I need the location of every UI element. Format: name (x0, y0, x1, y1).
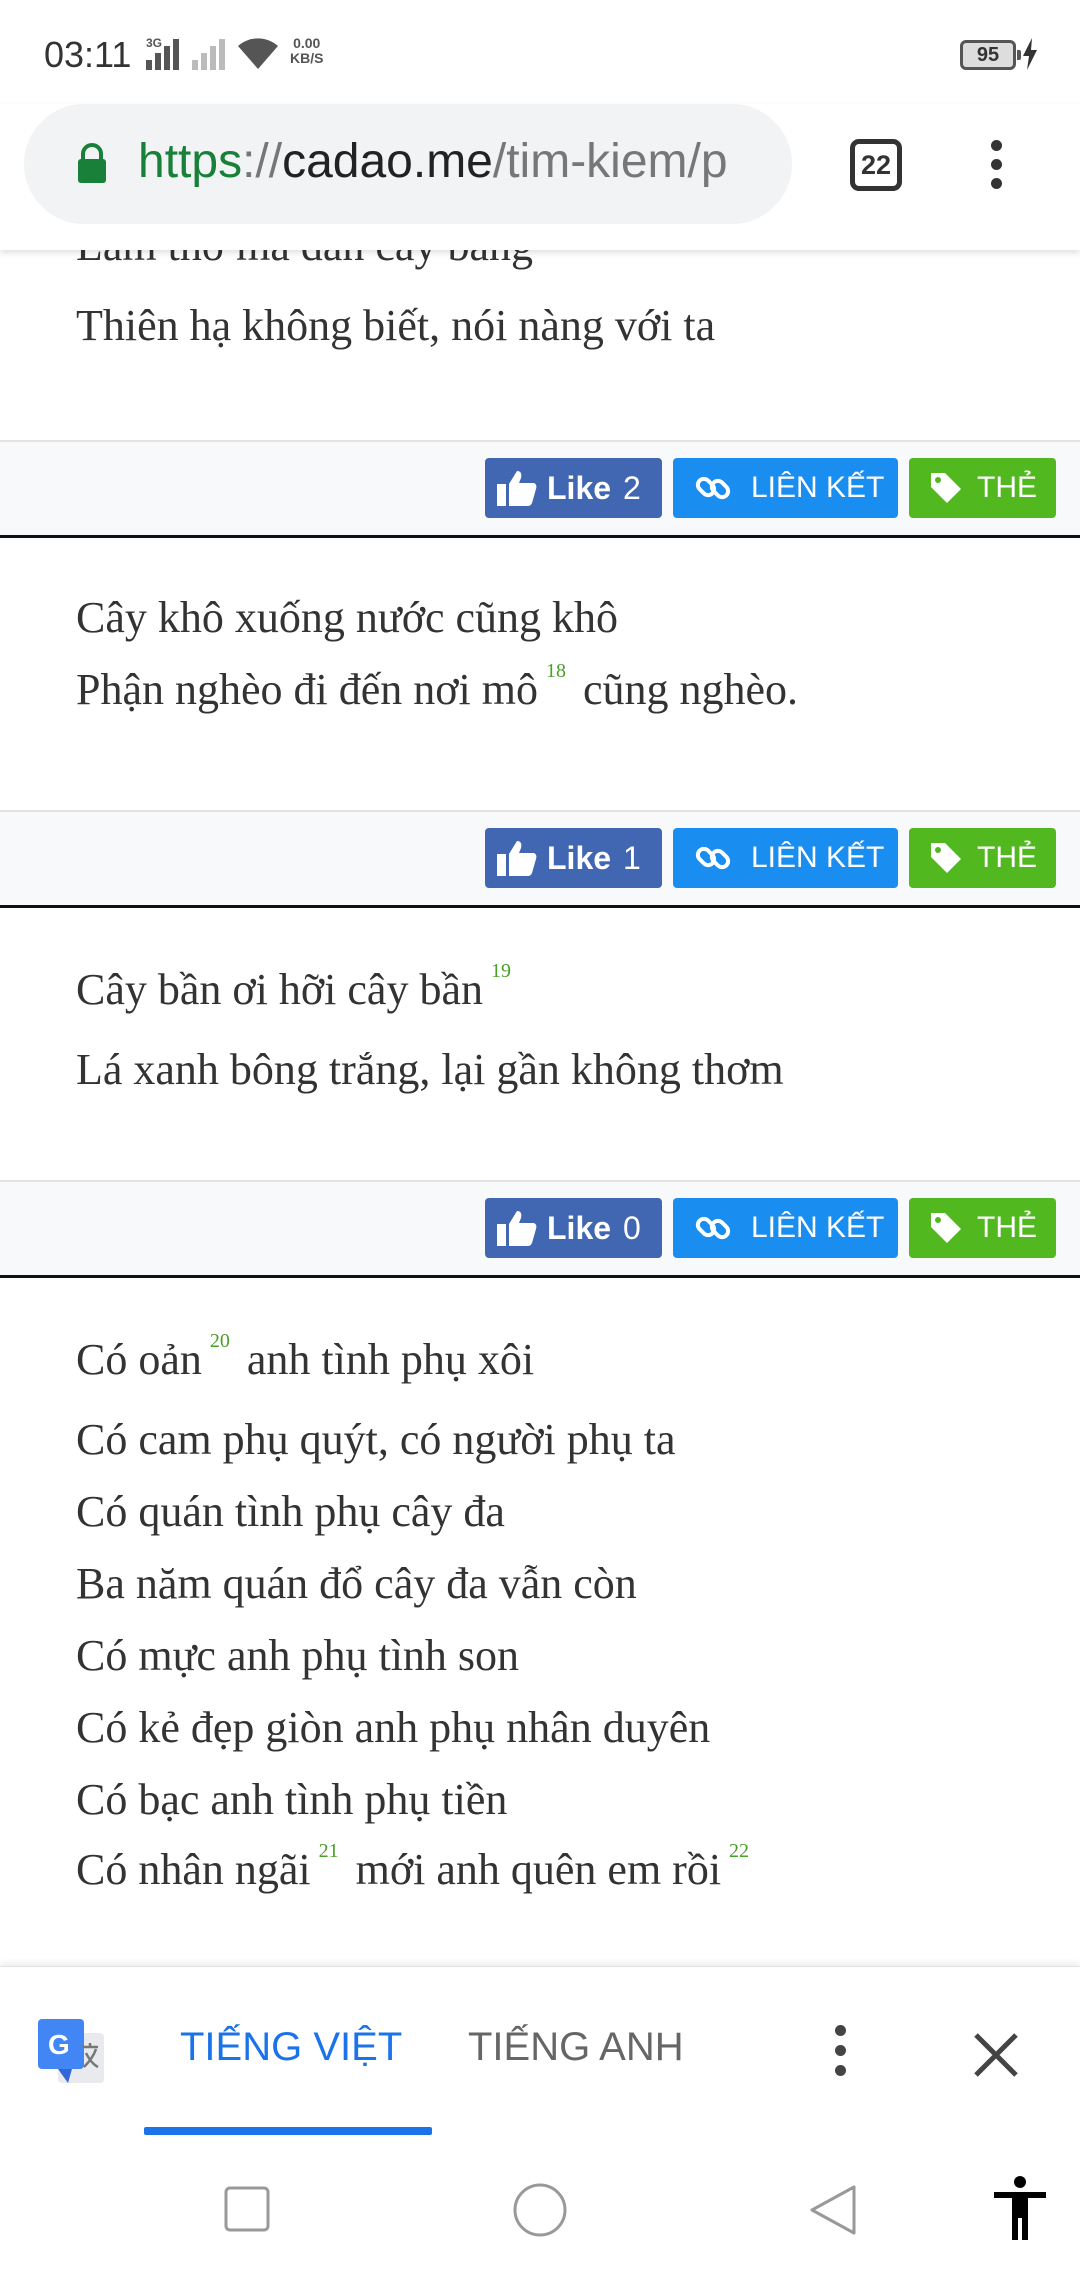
poem-action-bar: Like 0 LIÊN KẾT THẺ (0, 1180, 1080, 1278)
like-label: Like (547, 1209, 612, 1246)
link-button[interactable]: LIÊN KẾT (673, 1198, 898, 1258)
poem-line: Có mực anh phụ tình son (76, 1631, 520, 1680)
browser-toolbar: https://cadao.me/tim-kiem/p 22 (0, 104, 1080, 250)
like-count: 0 (623, 1209, 641, 1246)
link-icon (695, 476, 731, 500)
poem-line: Có kẻ đẹp giòn anh phụ nhân duyên (76, 1703, 711, 1752)
system-navigation-bar (0, 2136, 1080, 2280)
data-speed-value: 0.00 (293, 35, 321, 51)
link-label: LIÊN KẾT (751, 841, 885, 874)
tag-icon (931, 1213, 961, 1243)
recents-icon[interactable] (224, 2186, 270, 2232)
accessibility-icon[interactable] (992, 2176, 1048, 2242)
poem-line-text: Có oản (76, 1335, 202, 1384)
tab-target-language[interactable]: TIẾNG ANH (468, 2025, 684, 2070)
poem-line: Có nhân ngãi 21 mới anh quên em rồi 22 (76, 1840, 755, 1895)
poem-line: Có cam phụ quýt, có người phụ ta (76, 1415, 676, 1464)
poem-line-text: anh tình phụ xôi (246, 1335, 535, 1384)
poem-line-text: Phận nghèo đi đến nơi mô (76, 665, 538, 714)
like-label: Like (547, 839, 612, 876)
link-label: LIÊN KẾT (751, 471, 885, 504)
like-count: 2 (623, 469, 641, 506)
tab-source-language[interactable]: TIẾNG VIỆT (180, 2025, 402, 2070)
signal-icon (146, 36, 186, 70)
poem-line: Có oản 20 anh tình phụ xôi (76, 1330, 535, 1385)
poem-line: Ba năm quán đổ cây đa vẫn còn (76, 1559, 637, 1608)
address-bar[interactable]: https://cadao.me/tim-kiem/p (24, 104, 792, 224)
home-icon[interactable] (512, 2182, 568, 2238)
translate-bar: G TIẾNG VIỆT TIẾNG ANH (0, 1966, 1080, 2136)
poem-line-text: mới anh quên em rồi (355, 1845, 722, 1894)
tab-switcher-icon[interactable]: 22 (850, 139, 902, 191)
battery-icon: 95 (960, 40, 1021, 70)
url-scheme: https (138, 135, 243, 188)
poem-line: Có quán tình phụ cây đa (76, 1487, 505, 1536)
google-translate-icon: G (38, 2019, 104, 2083)
link-label: LIÊN KẾT (751, 1211, 885, 1244)
footnote-marker[interactable]: 18 (546, 660, 566, 682)
url-separator: :// (242, 135, 283, 188)
tag-button[interactable]: THẺ (909, 458, 1056, 518)
poem-line: Phận nghèo đi đến nơi mô 18 cũng nghèo. (76, 660, 799, 715)
url-path: /tim-kiem/p (492, 135, 728, 188)
tag-icon (931, 843, 961, 873)
footnote-marker[interactable]: 22 (729, 1840, 749, 1862)
poem-action-bar: Like 2 LIÊN KẾT THẺ (0, 440, 1080, 538)
more-vert-icon[interactable] (828, 2025, 852, 2085)
poem-action-bar: Like 1 LIÊN KẾT THẺ (0, 810, 1080, 908)
poem-line: Lá xanh bông trắng, lại gần không thơm (76, 1045, 784, 1094)
tag-label: THẺ (977, 471, 1037, 504)
link-button[interactable]: LIÊN KẾT (673, 828, 898, 888)
signal-icon-sim2 (192, 36, 232, 70)
active-tab-indicator (144, 2127, 432, 2135)
like-button[interactable]: Like 0 (485, 1198, 662, 1258)
link-button[interactable]: LIÊN KẾT (673, 458, 898, 518)
like-button[interactable]: Like 2 (485, 458, 662, 518)
thumbs-up-icon (497, 471, 537, 506)
like-label: Like (547, 469, 612, 506)
poem-line: Cây khô xuống nước cũng khô (76, 593, 619, 642)
lock-icon[interactable] (76, 142, 108, 184)
url-text[interactable]: https://cadao.me/tim-kiem/p (138, 134, 728, 189)
like-count: 1 (623, 839, 641, 876)
link-icon (695, 1216, 731, 1240)
footnote-marker[interactable]: 21 (319, 1840, 339, 1862)
poem-line-text: cũng nghèo. (583, 665, 799, 714)
data-speed-unit: KB/S (290, 50, 324, 66)
svg-text:G: G (48, 2029, 70, 2060)
thumbs-up-icon (497, 841, 537, 876)
back-icon[interactable] (808, 2184, 858, 2236)
tag-label: THẺ (977, 1211, 1037, 1244)
status-time: 03:11 (44, 34, 132, 75)
more-vert-icon[interactable] (984, 140, 1008, 194)
wifi-icon (238, 38, 278, 69)
poem-line-text: Cây bần ơi hỡi cây bần (76, 965, 483, 1014)
poem-line: Thiên hạ không biết, nói nàng với ta (76, 301, 716, 350)
footnote-marker[interactable]: 19 (491, 960, 511, 982)
poem-line-text: Có nhân ngãi (76, 1845, 311, 1894)
tag-button[interactable]: THẺ (909, 828, 1056, 888)
data-speed: 0.00 KB/S (290, 36, 323, 66)
tag-label: THẺ (977, 841, 1037, 874)
charging-icon (1023, 38, 1037, 70)
thumbs-up-icon (497, 1211, 537, 1246)
footnote-marker[interactable]: 20 (210, 1330, 230, 1352)
status-bar: 03:11 3G 0.00 KB/S 95 (0, 0, 1080, 104)
tag-button[interactable]: THẺ (909, 1198, 1056, 1258)
tag-icon (931, 473, 961, 503)
url-host: cadao.me (282, 135, 493, 188)
close-icon[interactable] (970, 2029, 1022, 2081)
poem-line: Có bạc anh tình phụ tiền (76, 1775, 508, 1824)
link-icon (695, 846, 731, 870)
poem-line: Cây bần ơi hỡi cây bần 19 (76, 960, 517, 1015)
like-button[interactable]: Like 1 (485, 828, 662, 888)
